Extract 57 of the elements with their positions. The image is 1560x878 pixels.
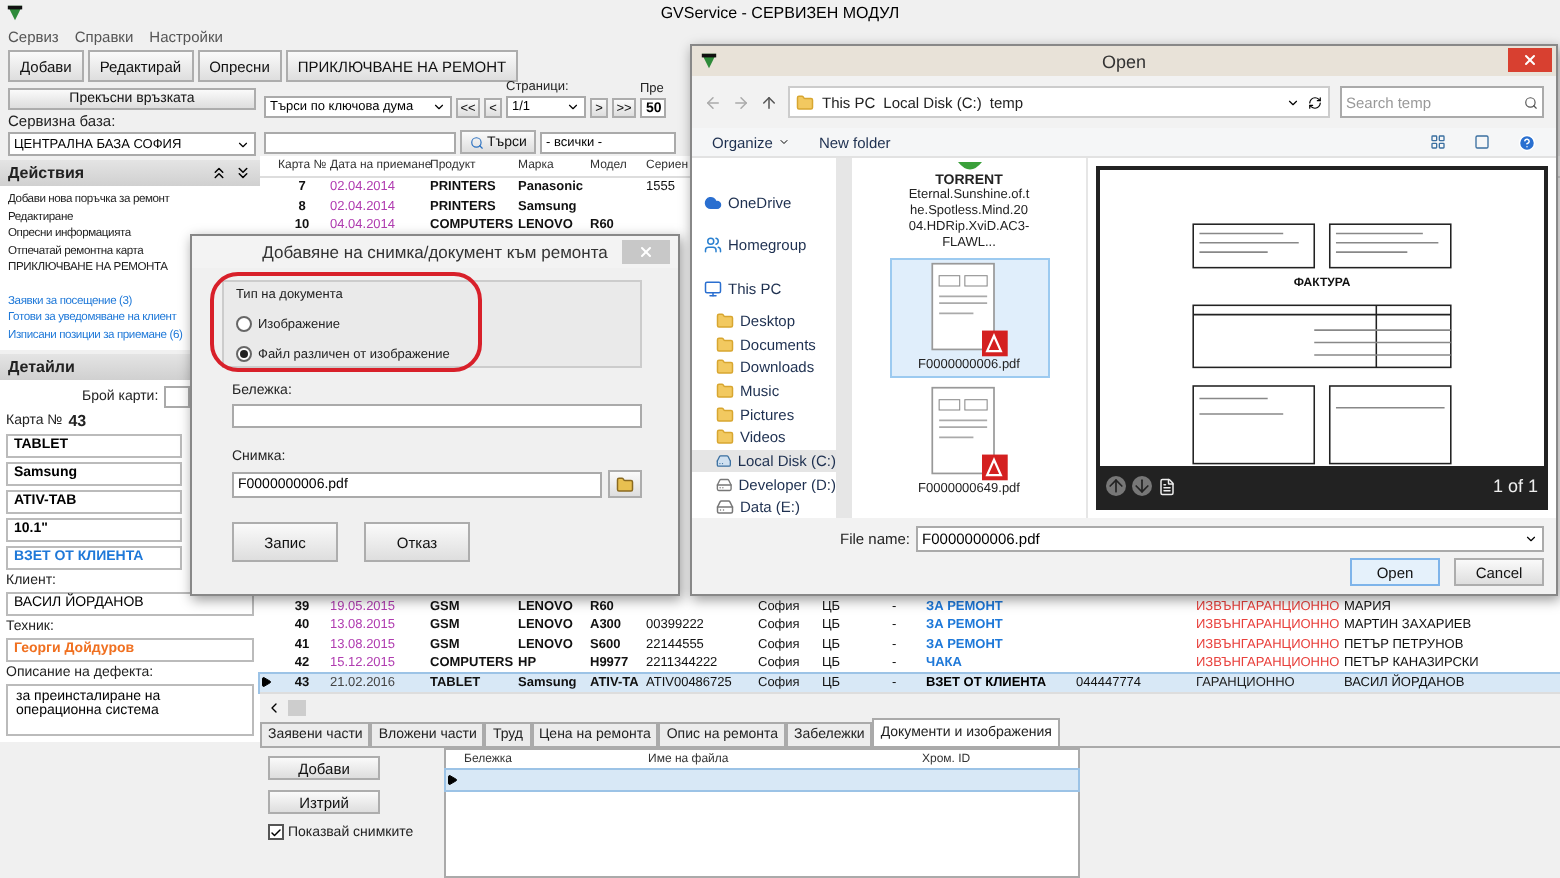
next-page-icon[interactable] (1132, 476, 1152, 496)
people-icon (704, 236, 722, 255)
scroll-left-icon[interactable] (266, 699, 282, 715)
dropdown-icon (566, 100, 580, 114)
drive-icon (716, 498, 734, 517)
card-number: 43 (68, 411, 87, 429)
app-logo-icon (6, 3, 24, 21)
view-icon[interactable] (1430, 134, 1446, 151)
preview-pane-icon[interactable] (1474, 134, 1490, 151)
folder-icon (716, 405, 734, 424)
row-pointer-icon (260, 676, 272, 689)
cloud-icon (704, 193, 722, 212)
scrollbar-thumb[interactable] (288, 699, 306, 715)
dropdown-icon (778, 136, 791, 149)
check-icon (270, 825, 282, 839)
drive-icon (716, 475, 733, 494)
close-icon (638, 244, 654, 260)
close-button[interactable] (1508, 48, 1552, 72)
dropdown-icon[interactable] (1286, 95, 1300, 110)
note-field[interactable] (232, 404, 642, 428)
count-field[interactable] (164, 385, 191, 407)
app-logo-icon (700, 52, 718, 71)
close-icon (1522, 52, 1538, 68)
checkbox[interactable] (268, 824, 284, 840)
row-pointer-icon (446, 773, 458, 786)
folder-icon (716, 428, 734, 447)
dialog-title: Добавяне на снимка/документ към ремонта (262, 242, 608, 262)
actions-header: Действия (0, 160, 260, 186)
radio-button[interactable] (236, 346, 252, 362)
help-icon[interactable] (1518, 133, 1536, 152)
folder-icon (716, 335, 734, 354)
up-icon[interactable] (760, 93, 778, 112)
document-thumbnail-icon (929, 262, 1009, 359)
radio-button[interactable] (236, 316, 252, 332)
folder-icon (716, 312, 734, 331)
computer-icon (704, 279, 722, 298)
folder-icon (716, 381, 734, 400)
search-field[interactable] (264, 132, 456, 154)
previous-page-icon[interactable] (1106, 476, 1126, 496)
search-icon (469, 135, 484, 149)
folder-icon (716, 358, 734, 377)
collapse-icon[interactable] (210, 164, 228, 182)
drive-icon (716, 451, 732, 470)
page-counter: 1 of 1 (1492, 476, 1538, 496)
page-icon[interactable] (1158, 477, 1176, 495)
expand-icon[interactable] (234, 164, 252, 182)
search-icon (1524, 95, 1538, 110)
folder-icon (796, 93, 814, 112)
browse-button[interactable] (608, 470, 642, 498)
folder-icon (616, 475, 634, 493)
dropdown-icon (236, 137, 250, 151)
refresh-icon[interactable] (1308, 95, 1322, 110)
dialog-title: Open (1101, 51, 1147, 72)
dropdown-icon (1524, 532, 1538, 546)
dropdown-icon (432, 100, 446, 114)
window-title: GVService - СЕРВИЗЕН МОДУЛ (660, 3, 900, 21)
document-thumbnail-icon (929, 386, 1009, 483)
